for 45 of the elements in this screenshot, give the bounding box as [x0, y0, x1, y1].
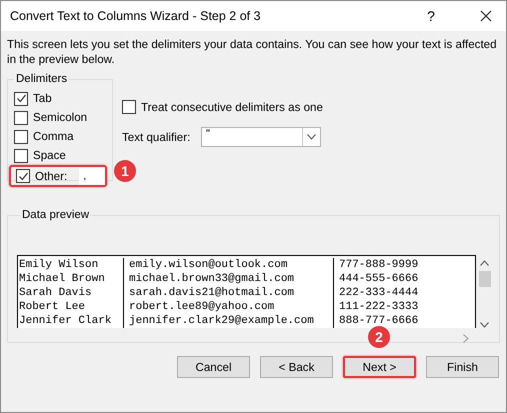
group-title: Data preview — [21, 209, 90, 221]
table-cell: sarah.davis21@hotmail.com — [123, 286, 333, 300]
checkbox-label[interactable]: Other: — [35, 170, 68, 182]
field-label: Text qualifier: — [122, 130, 192, 144]
wizard-button[interactable]: Finish — [426, 356, 499, 378]
input-field[interactable]: , — [79, 168, 105, 184]
close-icon[interactable] — [480, 10, 492, 22]
table-cell-text: Emily Wilson — [18, 258, 100, 272]
wizard-button[interactable]: < Back — [260, 356, 333, 378]
checkbox-label[interactable]: Tab — [33, 92, 52, 105]
table-cell-text: Jennifer Clark — [18, 314, 112, 328]
step-badge: 2 — [368, 326, 390, 348]
table-cell: 444-555-6666 — [333, 272, 475, 286]
table-cell: 111-222-3333 — [333, 300, 475, 314]
checkbox[interactable] — [14, 92, 28, 106]
checkbox[interactable] — [16, 169, 30, 183]
chevron-down-icon[interactable] — [307, 134, 316, 140]
checkbox[interactable] — [14, 130, 28, 144]
table-cell: robert.lee89@yahoo.com — [123, 300, 333, 314]
checkbox-label[interactable]: Treat consecutive delimiters as one — [141, 100, 323, 114]
wizard-button[interactable]: Cancel — [177, 356, 250, 378]
scroll-down-icon[interactable] — [480, 322, 489, 328]
checkbox-label[interactable]: Space — [33, 149, 66, 162]
table-cell: jennifer.clark29@example.com — [123, 314, 333, 328]
table-cell: michael.brown33@gmail.com — [123, 272, 333, 286]
checkbox[interactable] — [14, 148, 28, 162]
step-badge: 1 — [114, 160, 136, 182]
table-cell-text: Michael Brown — [18, 272, 106, 286]
checkbox-label[interactable]: Comma — [33, 130, 74, 143]
wizard-button[interactable]: Next > — [343, 356, 416, 378]
table-cell-text: Robert Lee — [18, 300, 86, 314]
scroll-up-icon[interactable] — [480, 260, 489, 266]
checkbox-label[interactable]: Semicolon — [33, 111, 88, 124]
table-cell: emily.wilson@outlook.com — [123, 258, 333, 272]
qualifier-dropdown[interactable]: " — [201, 127, 321, 147]
help-button[interactable]: ? — [420, 8, 442, 24]
checkbox[interactable] — [14, 110, 28, 124]
scrollbar-thumb[interactable] — [478, 271, 490, 287]
window-title: Convert Text to Columns Wizard - Step 2 of 3 — [10, 9, 262, 23]
checkbox[interactable] — [122, 100, 136, 114]
table-cell: 222-333-4444 — [333, 286, 475, 300]
table-cell: 777-888-9999 — [333, 258, 475, 272]
group-title: Delimiters — [15, 73, 68, 85]
instruction-text: This screen lets you set the delimiters your data contains. You can see how your text is affected in the preview below. — [7, 37, 498, 67]
table-cell-text: Sarah Davis — [18, 286, 93, 300]
